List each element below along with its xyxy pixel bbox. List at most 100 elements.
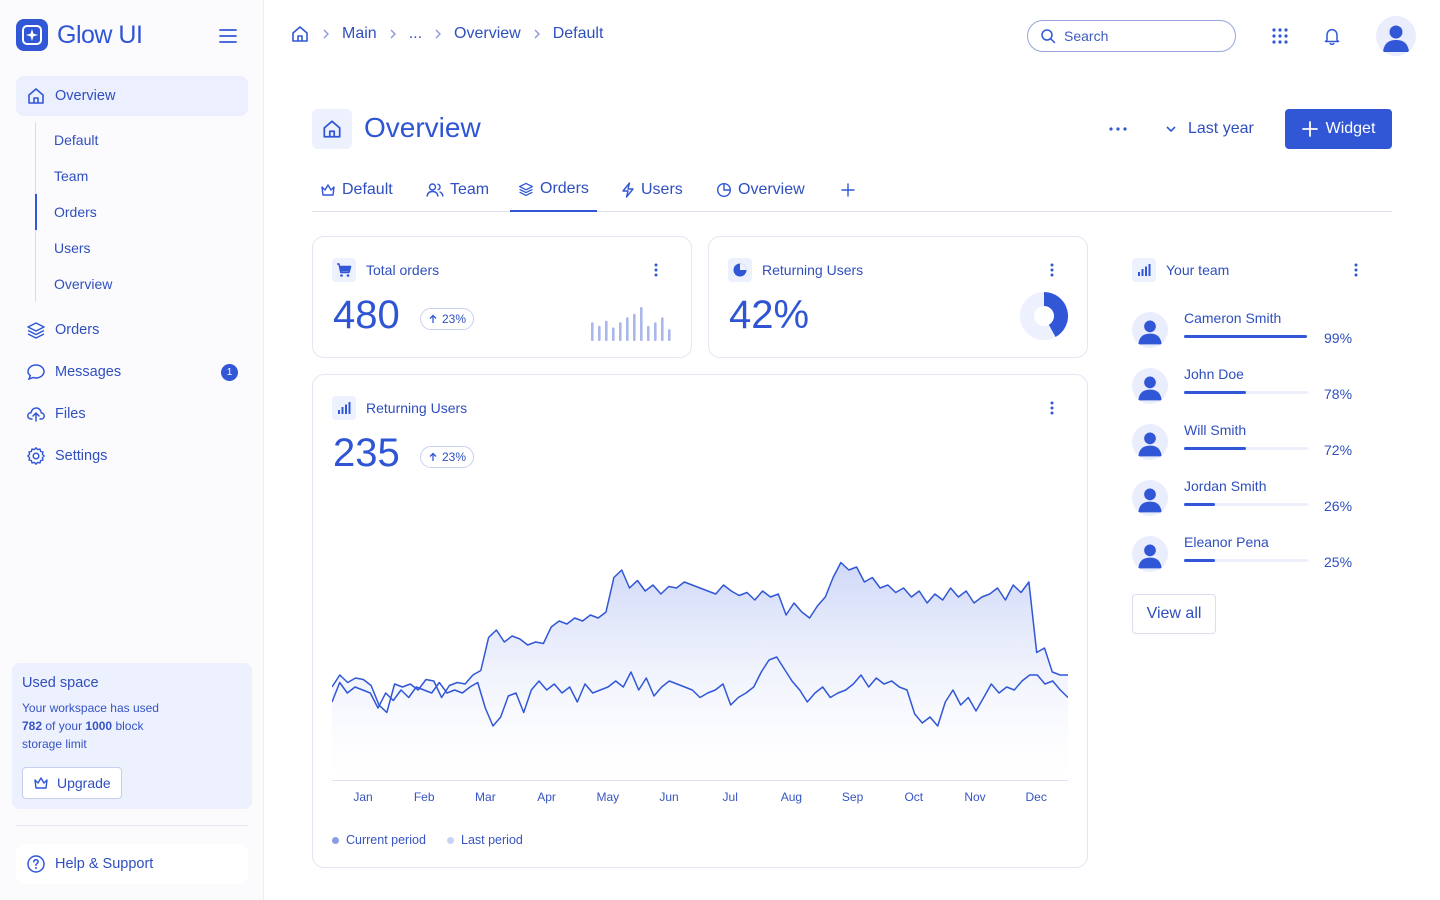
apps-grid-icon[interactable] — [1268, 24, 1292, 48]
pie-icon — [728, 258, 752, 282]
menu-icon[interactable] — [216, 24, 240, 48]
total-orders-value: 480 — [333, 293, 400, 337]
tab-overview[interactable]: Overview — [708, 168, 813, 212]
user-avatar — [1132, 480, 1168, 516]
help-icon — [27, 855, 45, 873]
chevron-down-icon — [1166, 126, 1176, 133]
search-box[interactable] — [1027, 20, 1236, 52]
x-tick-label: Dec — [1025, 790, 1047, 804]
breadcrumb-ellipsis[interactable]: ... — [409, 25, 422, 43]
sidebar-item-overview[interactable]: Overview — [16, 76, 248, 116]
card-menu-icon[interactable] — [1040, 258, 1064, 282]
bolt-icon — [622, 182, 634, 198]
tab-label: Orders — [540, 180, 589, 197]
add-widget-button[interactable]: Widget — [1285, 109, 1392, 149]
team-member-row[interactable]: Cameron Smith 99% — [1132, 310, 1356, 350]
sidebar-item-files[interactable]: Files — [16, 394, 248, 434]
card-header: Total orders — [332, 258, 439, 282]
add-tab-icon[interactable] — [836, 178, 860, 202]
sidebar-item-messages[interactable]: Messages 1 — [16, 352, 248, 392]
user-avatar — [1132, 312, 1168, 348]
logo[interactable]: Glow UI — [16, 19, 143, 51]
crown-icon — [34, 777, 48, 789]
layers-icon — [27, 322, 45, 339]
user-avatar[interactable] — [1376, 16, 1416, 56]
legend-dot — [447, 836, 454, 844]
sidebar-item-orders[interactable]: Orders — [16, 310, 248, 350]
arrow-up-icon — [429, 314, 437, 323]
chevron-right-icon — [323, 29, 329, 39]
user-icon — [1383, 25, 1409, 52]
team-member-percent: 99% — [1324, 330, 1353, 346]
legend-dot — [332, 836, 339, 844]
tab-label: Overview — [738, 181, 805, 198]
home-icon — [312, 109, 352, 149]
user-icon — [1138, 488, 1162, 513]
tab-bar: Default Team Orders Users Overview — [312, 168, 1392, 212]
team-menu-icon[interactable] — [1344, 258, 1368, 282]
pie-icon — [716, 182, 732, 198]
returning-users-card: Returning Users 42% — [708, 236, 1088, 358]
sparkbar — [647, 325, 650, 341]
delta-badge: 23% — [420, 446, 475, 468]
x-tick-label: Nov — [964, 790, 986, 804]
team-progress-track — [1184, 559, 1308, 562]
team-member-row[interactable]: Eleanor Pena 25% — [1132, 534, 1356, 574]
tab-team[interactable]: Team — [418, 168, 497, 212]
sidebar-subnav: Default Team Orders Users Overview — [35, 122, 248, 302]
period-dropdown[interactable]: Last year — [1164, 109, 1254, 149]
upgrade-label: Upgrade — [57, 775, 111, 791]
subnav-item-team[interactable]: Team — [36, 158, 248, 194]
tab-orders[interactable]: Orders — [510, 168, 597, 212]
legend-label: Last period — [461, 833, 523, 847]
card-menu-icon[interactable] — [644, 258, 668, 282]
subnav-item-orders[interactable]: Orders — [35, 194, 248, 230]
subnav-item-users[interactable]: Users — [36, 230, 248, 266]
search-input[interactable] — [1064, 28, 1214, 44]
team-progress-fill — [1184, 559, 1215, 562]
storage-text-part: Your workspace has used — [22, 701, 159, 715]
breadcrumb-main[interactable]: Main — [342, 25, 377, 43]
crown-icon — [321, 184, 335, 196]
home-icon[interactable] — [290, 24, 310, 44]
team-member-percent: 72% — [1324, 442, 1353, 458]
tab-default[interactable]: Default — [312, 168, 401, 212]
chevron-right-icon — [534, 29, 540, 39]
cart-icon — [332, 258, 356, 282]
view-all-button[interactable]: View all — [1132, 594, 1216, 634]
breadcrumb-overview[interactable]: Overview — [454, 25, 521, 43]
subnav-item-default[interactable]: Default — [36, 122, 248, 158]
more-options-icon[interactable] — [1106, 117, 1130, 141]
help-support-button[interactable]: Help & Support — [16, 844, 248, 884]
bell-icon[interactable] — [1320, 24, 1344, 48]
storage-used: 782 — [22, 719, 43, 733]
card-menu-icon[interactable] — [1040, 396, 1064, 420]
logo-text: Glow UI — [57, 20, 143, 49]
breadcrumb-default[interactable]: Default — [553, 25, 604, 43]
team-member-row[interactable]: Will Smith 72% — [1132, 422, 1356, 462]
sidebar-item-label: Messages — [55, 364, 122, 380]
tab-label: Users — [641, 181, 683, 198]
team-member-row[interactable]: John Doe 78% — [1132, 366, 1356, 406]
storage-text: Your workspace has used 782 of your 1000… — [22, 699, 182, 753]
logo-icon — [16, 19, 48, 51]
x-tick-label: Sep — [841, 790, 864, 804]
tab-users[interactable]: Users — [613, 168, 691, 212]
breadcrumb: Main ... Overview Default — [290, 24, 603, 44]
team-member-percent: 25% — [1324, 554, 1353, 570]
topbar: Main ... Overview Default — [264, 0, 1440, 72]
storage-text-part: of your — [45, 719, 83, 733]
chevron-right-icon — [390, 29, 396, 39]
sidebar-item-settings[interactable]: Settings — [16, 436, 248, 476]
team-member-percent: 26% — [1324, 498, 1353, 514]
help-label: Help & Support — [55, 856, 154, 872]
sidebar-divider — [16, 825, 248, 826]
team-member-row[interactable]: Jordan Smith 26% — [1132, 478, 1356, 518]
returning-users-donut — [1020, 292, 1068, 340]
upgrade-button[interactable]: Upgrade — [22, 767, 122, 799]
subnav-item-overview[interactable]: Overview — [36, 266, 248, 302]
sidebar: Glow UI Overview Default Team Orders Use… — [0, 0, 264, 900]
team-progress-fill — [1184, 335, 1307, 338]
team-progress-track — [1184, 503, 1308, 506]
widget-label: Widget — [1325, 120, 1376, 137]
